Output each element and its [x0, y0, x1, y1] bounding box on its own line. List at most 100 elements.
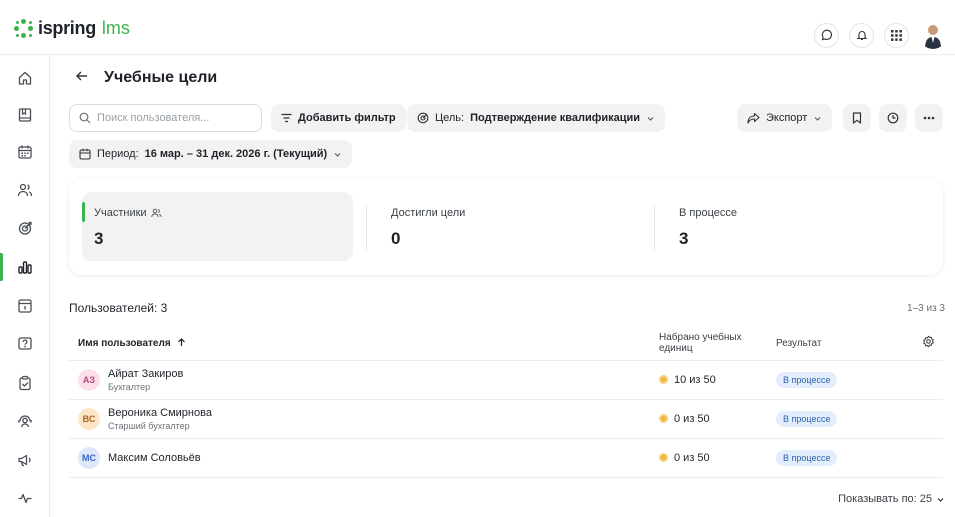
goal-icon	[417, 112, 429, 124]
chat-button[interactable]	[814, 22, 839, 48]
period-label: Период:	[97, 148, 139, 160]
coin-icon	[659, 414, 668, 423]
user-name[interactable]: Вероника Смирнова	[108, 407, 212, 419]
table-row[interactable]: АЗ Айрат Закиров Бухгалтер 10 из 50 В пр…	[69, 360, 943, 400]
stat-value: 3	[94, 229, 104, 248]
main-content: Учебные цели Добавить фильтр Цель: Подтв…	[51, 55, 955, 517]
search-icon	[79, 112, 91, 124]
search-box[interactable]	[69, 104, 262, 132]
points-cell: 0 из 50	[659, 413, 776, 425]
points-cell: 0 из 50	[659, 452, 776, 464]
clipboard-icon	[19, 375, 31, 391]
stat-divider	[366, 206, 367, 250]
sidebar-item-support[interactable]	[0, 406, 50, 436]
archive-icon	[18, 299, 32, 313]
users-icon	[150, 208, 162, 218]
status-badge: В процессе	[776, 371, 838, 388]
bookmark-icon	[852, 112, 862, 124]
back-button[interactable]	[75, 67, 89, 88]
sidebar	[0, 55, 50, 517]
export-button[interactable]: Экспорт	[737, 104, 833, 132]
stat-achieved[interactable]: Достигли цели 0	[379, 192, 649, 261]
sidebar-item-help[interactable]	[0, 329, 50, 359]
stat-participants[interactable]: Участники 3	[82, 192, 353, 261]
calendar-icon	[18, 145, 32, 159]
sidebar-item-archive[interactable]	[0, 291, 50, 321]
more-horizontal-icon	[923, 116, 935, 120]
column-settings[interactable]	[904, 327, 943, 361]
users-icon	[17, 183, 33, 197]
goal-label: Цель:	[435, 112, 465, 124]
chevron-down-icon	[814, 116, 821, 121]
sidebar-item-tasks[interactable]	[0, 368, 50, 398]
stat-value: 0	[391, 229, 401, 248]
sidebar-item-news[interactable]	[0, 445, 50, 475]
logo-brand: ispring	[38, 18, 96, 38]
book-icon	[18, 108, 32, 122]
support-icon	[18, 415, 32, 428]
column-name[interactable]: Имя пользователя	[69, 327, 659, 361]
logo-suffix: lms	[101, 18, 130, 38]
bookmark-button[interactable]	[843, 104, 871, 132]
calendar-icon	[79, 148, 91, 160]
stat-label: Участники	[94, 207, 162, 219]
notifications-button[interactable]	[849, 22, 874, 48]
pager-range: 1–3 из 3	[907, 303, 945, 314]
user-name[interactable]: Айрат Закиров	[108, 368, 183, 380]
sidebar-item-goals[interactable]	[0, 213, 50, 243]
users-table: Имя пользователя Набрано учебных единиц …	[69, 327, 943, 478]
user-role: Старший бухгалтер	[108, 420, 190, 431]
sidebar-item-reports[interactable]	[0, 252, 50, 282]
goal-selector[interactable]: Цель: Подтверждение квалификации	[407, 104, 666, 132]
avatar: АЗ	[78, 368, 100, 391]
user-role: Бухгалтер	[108, 381, 151, 392]
sidebar-item-activity[interactable]	[0, 483, 50, 513]
coin-icon	[659, 375, 668, 384]
sidebar-item-users[interactable]	[0, 175, 50, 205]
sidebar-item-courses[interactable]	[0, 100, 50, 130]
avatar[interactable]	[919, 21, 947, 49]
page-title: Учебные цели	[104, 69, 218, 86]
more-button[interactable]	[915, 104, 943, 132]
apps-grid-icon	[891, 29, 902, 41]
export-label: Экспорт	[766, 112, 808, 124]
user-cell: ВС Вероника Смирнова Старший бухгалтер	[69, 407, 659, 431]
arrow-left-icon	[76, 71, 87, 81]
avatar: ВС	[78, 407, 100, 430]
status-badge: В процессе	[776, 410, 838, 427]
chevron-down-icon	[647, 116, 654, 121]
logo[interactable]: ispring lms	[14, 18, 130, 39]
history-button[interactable]	[879, 104, 907, 132]
sidebar-item-home[interactable]	[0, 63, 50, 93]
share-icon	[747, 112, 760, 124]
help-icon	[18, 337, 32, 350]
avatar: МС	[78, 446, 100, 469]
filter-icon	[281, 113, 292, 123]
table-header-row: Имя пользователя Набрано учебных единиц …	[69, 327, 943, 361]
home-icon	[18, 71, 32, 85]
column-points[interactable]: Набрано учебных единиц	[659, 327, 776, 361]
stat-label: Достигли цели	[391, 207, 466, 219]
user-name[interactable]: Максим Соловьёв	[108, 452, 201, 464]
megaphone-icon	[18, 454, 31, 467]
page-size-selector[interactable]: Показывать по: 25	[838, 493, 945, 505]
period-value: 16 мар. – 31 дек. 2026 г. (Текущий)	[144, 148, 328, 160]
table-row[interactable]: ВС Вероника Смирнова Старший бухгалтер 0…	[69, 399, 943, 439]
add-filter-button[interactable]: Добавить фильтр	[271, 104, 406, 132]
period-selector[interactable]: Период: 16 мар. – 31 дек. 2026 г. (Текущ…	[69, 140, 353, 168]
search-input[interactable]	[97, 112, 247, 124]
goal-value: Подтверждение квалификации	[470, 112, 641, 124]
gear-icon	[923, 335, 934, 348]
chart-icon	[18, 261, 32, 274]
sidebar-item-calendar[interactable]	[0, 137, 50, 167]
points-cell: 10 из 50	[659, 374, 776, 386]
stat-in-progress[interactable]: В процессе 3	[667, 192, 927, 261]
sort-arrow-up-icon	[178, 337, 186, 346]
stat-label: В процессе	[679, 207, 737, 219]
top-bar: ispring lms	[0, 0, 955, 55]
column-result[interactable]: Результат	[776, 327, 904, 361]
table-row[interactable]: МС Максим Соловьёв 0 из 50 В процессе	[69, 438, 943, 478]
apps-button[interactable]	[884, 22, 909, 48]
add-filter-label: Добавить фильтр	[298, 112, 396, 124]
bell-icon	[856, 31, 867, 41]
